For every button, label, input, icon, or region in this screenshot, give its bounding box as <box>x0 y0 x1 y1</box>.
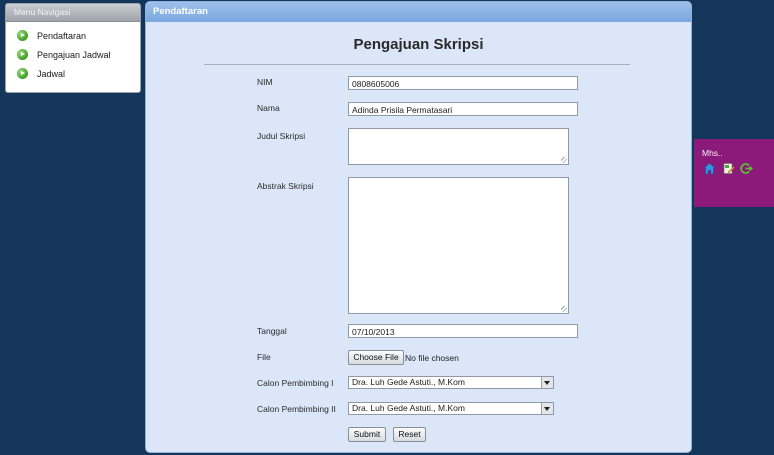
chevron-down-icon[interactable] <box>541 377 553 388</box>
resize-grip-icon[interactable] <box>561 306 567 312</box>
file-status: No file chosen <box>405 353 459 363</box>
navigation-menu-title: Menu Navigasi <box>6 4 140 22</box>
pembimbing-2-select[interactable]: Dra. Luh Gede Astuti., M.Kom <box>348 402 554 415</box>
home-icon[interactable] <box>703 162 716 175</box>
edit-profile-icon[interactable] <box>722 162 735 175</box>
nama-input[interactable]: Adinda Prisila Permatasari <box>348 102 578 116</box>
tanggal-label: Tanggal <box>257 326 287 336</box>
logout-icon[interactable] <box>740 162 754 175</box>
nav-item-pengajuan-jadwal[interactable]: Pengajuan Jadwal <box>6 45 140 64</box>
nav-item-label: Pendaftaran <box>37 30 87 41</box>
form-title: Pengajuan Skripsi <box>353 36 484 53</box>
pembimbing-1-label: Calon Pembimbing I <box>257 378 334 388</box>
title-divider <box>204 64 630 65</box>
judul-skripsi-textarea[interactable] <box>348 128 569 165</box>
pembimbing-1-value: Dra. Luh Gede Astuti., M.Kom <box>352 377 465 387</box>
pembimbing-2-value: Dra. Luh Gede Astuti., M.Kom <box>352 403 465 413</box>
nav-item-pendaftaran[interactable]: Pendaftaran <box>6 26 140 45</box>
navigation-menu: Menu Navigasi Pendaftaran Pengajuan Jadw… <box>5 3 141 93</box>
reset-button[interactable]: Reset <box>393 427 426 442</box>
nim-label: NIM <box>257 77 273 87</box>
tanggal-input[interactable]: 07/10/2013 <box>348 324 578 338</box>
arrow-bullet-icon <box>17 68 28 79</box>
file-label: File <box>257 352 271 362</box>
nim-input[interactable]: 0808605006 <box>348 76 578 90</box>
nav-item-label: Pengajuan Jadwal <box>37 49 111 60</box>
abstrak-skripsi-textarea[interactable] <box>348 177 569 314</box>
navigation-list: Pendaftaran Pengajuan Jadwal Jadwal <box>6 22 140 83</box>
judul-skripsi-label: Judul Skripsi <box>257 131 306 141</box>
nama-label: Nama <box>257 103 280 113</box>
registration-panel: Pendaftaran Pengajuan Skripsi NIM 080860… <box>146 2 691 452</box>
user-box: Mhs.. <box>694 139 774 207</box>
abstrak-skripsi-label: Abstrak Skripsi <box>257 181 314 191</box>
nav-item-jadwal[interactable]: Jadwal <box>6 64 140 83</box>
pembimbing-1-select[interactable]: Dra. Luh Gede Astuti., M.Kom <box>348 376 554 389</box>
chevron-down-icon[interactable] <box>541 403 553 414</box>
submit-button[interactable]: Submit <box>348 427 386 442</box>
pembimbing-2-label: Calon Pembimbing II <box>257 404 336 414</box>
user-label: Mhs.. <box>702 148 723 158</box>
arrow-bullet-icon <box>17 49 28 60</box>
resize-grip-icon[interactable] <box>561 157 567 163</box>
arrow-bullet-icon <box>17 30 28 41</box>
nav-item-label: Jadwal <box>37 68 66 79</box>
panel-header: Pendaftaran <box>146 2 691 22</box>
choose-file-button[interactable]: Choose File <box>348 350 404 365</box>
